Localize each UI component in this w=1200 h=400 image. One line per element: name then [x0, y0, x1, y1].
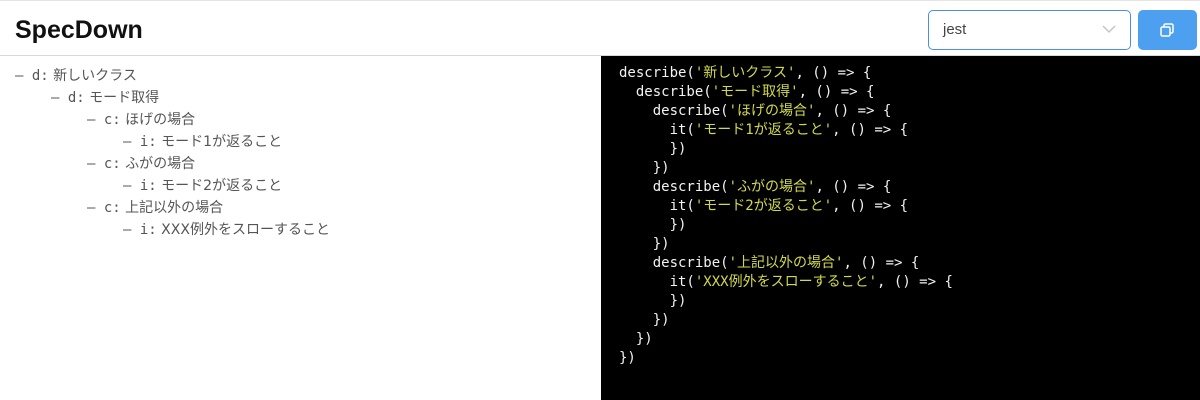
code-string: '上記以外の場合': [728, 255, 844, 271]
outline-item: – d: 新しいクラス: [15, 65, 137, 87]
outline-item-text: ほげの場合: [125, 112, 196, 128]
code-line: }): [619, 292, 687, 311]
code-line: describe('新しいクラス', () => {: [619, 64, 871, 83]
code-punctuation: , () => {: [795, 65, 872, 81]
code-punctuation: , () => {: [815, 179, 892, 195]
code-keyword: }): [652, 312, 670, 328]
outline-item-text: 上記以外の場合: [125, 200, 224, 216]
code-string: 'モード1が返ること': [694, 122, 833, 138]
code-keyword: describe(: [652, 103, 729, 119]
code-line: }): [619, 216, 687, 235]
code-string: 'モード取得': [711, 84, 799, 100]
code-keyword: }): [669, 293, 687, 309]
code-line: it('モード2が返ること', () => {: [619, 197, 908, 216]
outline-item-prefix: – i:: [123, 222, 157, 238]
code-keyword: it(: [669, 274, 695, 290]
outline-item: – i: モード1が返ること: [123, 131, 282, 153]
code-keyword: describe(: [635, 84, 712, 100]
framework-select[interactable]: jest: [928, 10, 1131, 50]
code-keyword: describe(: [652, 179, 729, 195]
generated-code-pane[interactable]: describe('新しいクラス', () => { describe('モード…: [601, 56, 1200, 400]
code-punctuation: , () => {: [815, 103, 892, 119]
code-keyword: }): [669, 217, 687, 233]
framework-select-value: jest: [943, 21, 967, 38]
outline-item: – i: モード2が返ること: [123, 175, 282, 197]
outline-item-prefix: – c:: [87, 156, 121, 172]
outline-item-prefix: – c:: [87, 112, 121, 128]
code-keyword: it(: [669, 198, 695, 214]
outline-item-text: モード2が返ること: [161, 178, 283, 194]
spec-outline-pane[interactable]: – d: 新しいクラス – d: モード取得 – c: ほげの場合 – i: モード1…: [0, 56, 600, 400]
code-line: describe('上記以外の場合', () => {: [619, 254, 920, 273]
app-title: SpecDown: [15, 16, 143, 44]
code-string: '新しいクラス': [694, 65, 796, 81]
copy-button[interactable]: [1138, 10, 1197, 50]
outline-item-prefix: – i:: [123, 178, 157, 194]
outline-item-text: モード1が返ること: [161, 134, 283, 150]
code-punctuation: , () => {: [832, 122, 909, 138]
code-keyword: }): [652, 236, 670, 252]
outline-item: – c: ほげの場合: [87, 109, 195, 131]
code-keyword: }): [652, 160, 670, 176]
code-line: }): [619, 159, 670, 178]
code-string: 'ふがの場合': [728, 179, 816, 195]
code-line: }): [619, 311, 670, 330]
copy-icon: [1160, 23, 1174, 37]
code-keyword: }): [635, 331, 653, 347]
code-line: }): [619, 140, 687, 159]
code-punctuation: , () => {: [843, 255, 920, 271]
code-string: 'モード2が返ること': [694, 198, 833, 214]
code-line: describe('ふがの場合', () => {: [619, 178, 892, 197]
outline-item: – d: モード取得: [51, 87, 159, 109]
outline-item-prefix: – c:: [87, 200, 121, 216]
outline-item-prefix: – i:: [123, 134, 157, 150]
outline-item-text: 新しいクラス: [53, 68, 137, 84]
code-keyword: }): [669, 141, 687, 157]
outline-item-text: モード取得: [89, 90, 160, 106]
code-line: it('モード1が返ること', () => {: [619, 121, 908, 140]
code-line: }): [619, 349, 636, 368]
outline-item-text: XXX例外をスローすること: [161, 222, 330, 238]
code-punctuation: , () => {: [832, 198, 909, 214]
outline-item: – c: 上記以外の場合: [87, 197, 223, 219]
outline-item: – c: ふがの場合: [87, 153, 195, 175]
code-line: it('XXX例外をスローすること', () => {: [619, 273, 953, 292]
outline-item-prefix: – d:: [51, 90, 85, 106]
outline-item: – i: XXX例外をスローすること: [123, 219, 330, 241]
app-window: SpecDown jest – d: 新しいクラス – d: モード取得 – c: …: [0, 0, 1200, 400]
code-line: }): [619, 235, 670, 254]
code-keyword: it(: [669, 122, 695, 138]
code-keyword: describe(: [619, 65, 695, 81]
code-line: describe('モード取得', () => {: [619, 83, 875, 102]
outline-item-text: ふがの場合: [125, 156, 196, 172]
code-line: describe('ほげの場合', () => {: [619, 102, 892, 121]
chevron-down-icon: [1102, 25, 1116, 34]
code-line: }): [619, 330, 653, 349]
code-keyword: }): [619, 350, 636, 366]
code-string: 'XXX例外をスローすること': [694, 274, 878, 290]
outline-item-prefix: – d:: [15, 68, 49, 84]
header-bar: SpecDown jest: [0, 0, 1200, 56]
code-string: 'ほげの場合': [728, 103, 816, 119]
code-punctuation: , () => {: [798, 84, 875, 100]
code-punctuation: , () => {: [877, 274, 953, 290]
code-keyword: describe(: [652, 255, 729, 271]
